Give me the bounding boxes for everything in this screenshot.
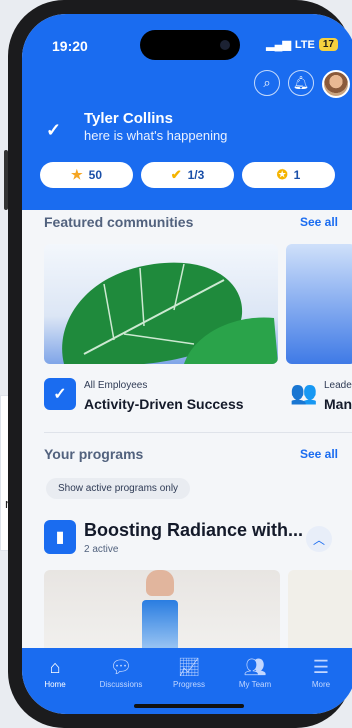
chat-icon: 💬︎ bbox=[109, 657, 133, 677]
team-icon: 👥︎ bbox=[243, 657, 267, 677]
tasks-value: 1/3 bbox=[187, 168, 205, 182]
menu-icon: ☰ bbox=[312, 657, 330, 677]
battery-icon: 17 bbox=[318, 38, 338, 51]
featured-title: Featured communities bbox=[44, 214, 194, 230]
program-image-2[interactable] bbox=[288, 570, 352, 650]
featured-card-image[interactable] bbox=[44, 244, 278, 364]
bell-icon[interactable]: 🔔︎ bbox=[288, 70, 314, 96]
community-title[interactable]: Activity-Driven Success bbox=[84, 396, 244, 412]
community-card-1[interactable]: ✓ bbox=[44, 378, 76, 410]
greeting-text: here is what's happening bbox=[84, 128, 228, 143]
tasks-pill[interactable]: ✔ 1/3 bbox=[141, 162, 234, 188]
community-subtitle: All Employees bbox=[84, 380, 148, 391]
stage: n 19:20 ▂▄▆ LTE 17 ⌕ 🔔︎ bbox=[0, 0, 352, 728]
star-icon: ★ bbox=[70, 167, 83, 182]
tab-home[interactable]: ⌂ Home bbox=[22, 656, 88, 689]
community-title-2[interactable]: Man bbox=[324, 396, 352, 412]
brand-logo-icon: ✓ bbox=[46, 120, 62, 140]
active-programs-filter-chip[interactable]: Show active programs only bbox=[46, 478, 191, 499]
divider bbox=[44, 432, 352, 433]
product-tube-image bbox=[142, 600, 178, 650]
programs-see-all-link[interactable]: See all bbox=[300, 447, 338, 461]
program-subtitle: 2 active bbox=[84, 544, 119, 555]
tab-label: Home bbox=[44, 680, 66, 689]
tab-label: Progress bbox=[172, 680, 205, 689]
status-time: 19:20 bbox=[52, 38, 88, 54]
programs-title: Your programs bbox=[44, 446, 144, 462]
chart-icon: 📈︎ bbox=[177, 657, 201, 677]
network-label: LTE bbox=[294, 38, 315, 51]
points-pill[interactable]: ★ 50 bbox=[40, 162, 133, 188]
status-right: ▂▄▆ LTE 17 bbox=[266, 38, 338, 51]
hand-image bbox=[146, 570, 174, 596]
tab-bar: ⌂ Home 💬︎ Discussions 📈︎ Progress 👥︎ My … bbox=[22, 648, 352, 714]
points-value: 50 bbox=[88, 168, 102, 182]
tab-label: More bbox=[311, 680, 331, 689]
community-subtitle-2: Leade bbox=[324, 380, 352, 391]
badges-pill[interactable]: ✪ 1 bbox=[242, 162, 335, 188]
featured-card-image-2[interactable] bbox=[286, 244, 352, 364]
user-name: Tyler Collins bbox=[84, 110, 173, 127]
avatar[interactable] bbox=[322, 70, 350, 98]
signal-icon: ▂▄▆ bbox=[266, 39, 291, 51]
header-actions: ⌕ 🔔︎ bbox=[254, 70, 350, 98]
app-screen: 19:20 ▂▄▆ LTE 17 ⌕ 🔔︎ ✓ Tyler Collins he… bbox=[22, 14, 352, 714]
program-logo-icon: ▮ bbox=[44, 520, 76, 554]
search-icon[interactable]: ⌕ bbox=[254, 70, 280, 96]
chevron-up-icon[interactable]: ︿ bbox=[306, 526, 332, 552]
program-title[interactable]: Boosting Radiance with... bbox=[84, 520, 303, 541]
featured-see-all-link[interactable]: See all bbox=[300, 215, 338, 229]
badges-value: 1 bbox=[293, 168, 301, 182]
tab-label: Discussions bbox=[99, 680, 143, 689]
team-illustration-icon: 👥 bbox=[290, 380, 318, 405]
tab-my-team[interactable]: 👥︎ My Team bbox=[222, 656, 288, 689]
check-badge-icon: ✔ bbox=[170, 167, 182, 182]
tab-discussions[interactable]: 💬︎ Discussions bbox=[88, 656, 154, 689]
home-indicator[interactable] bbox=[134, 704, 244, 708]
brand-logo-icon: ✓ bbox=[44, 378, 76, 410]
program-image[interactable] bbox=[44, 570, 280, 650]
home-icon: ⌂ bbox=[49, 657, 61, 677]
tab-more[interactable]: ☰ More bbox=[288, 656, 352, 689]
tab-progress[interactable]: 📈︎ Progress bbox=[156, 656, 222, 689]
phone-frame: 19:20 ▂▄▆ LTE 17 ⌕ 🔔︎ ✓ Tyler Collins he… bbox=[4, 0, 352, 728]
tab-label: My Team bbox=[238, 680, 272, 689]
award-ribbon-icon: ✪ bbox=[276, 167, 288, 182]
monstera-leaf-image bbox=[62, 262, 278, 364]
dynamic-island bbox=[140, 30, 240, 60]
header: 19:20 ▂▄▆ LTE 17 ⌕ 🔔︎ ✓ Tyler Collins he… bbox=[22, 14, 352, 210]
stats-row: ★ 50 ✔ 1/3 ✪ 1 bbox=[40, 162, 335, 188]
